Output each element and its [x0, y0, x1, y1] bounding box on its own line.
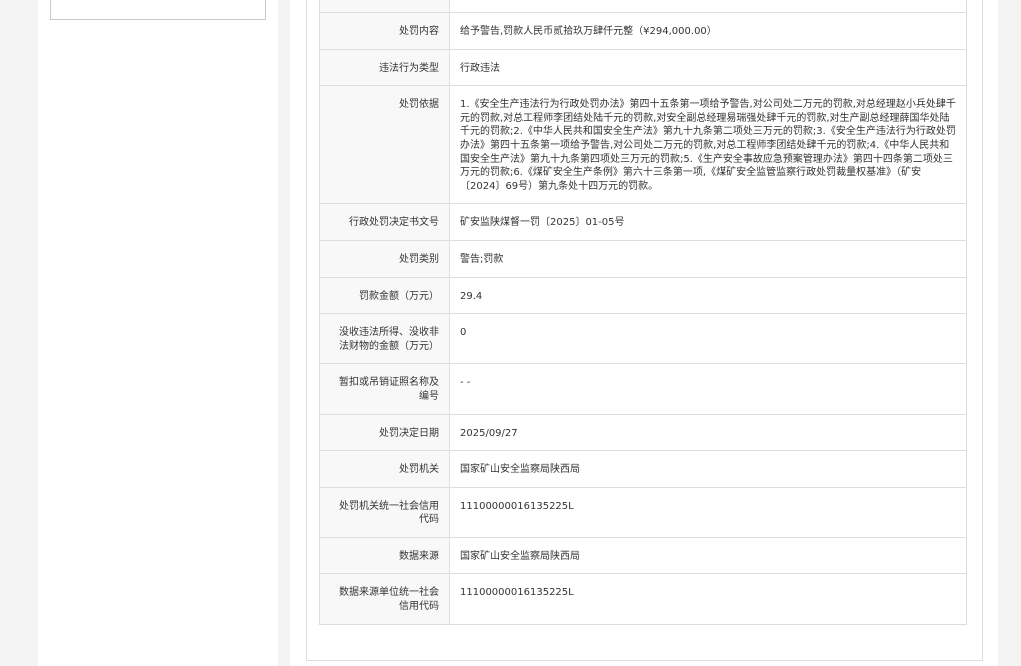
- detail-panel: 处罚内容 给予警告,罚款人民币贰拾玖万肆仟元整（¥294,000.00） 违法行为类…: [306, 0, 983, 661]
- field-label: 暂扣或吊销证照名称及编号: [319, 363, 450, 415]
- field-label: 违法行为类型: [319, 48, 450, 87]
- table-row: 罚款金额（万元） 29.4: [319, 276, 967, 315]
- left-sidebar: [38, 0, 278, 666]
- field-value: 2025/09/27: [449, 413, 967, 452]
- table-row: 暂扣或吊销证照名称及编号 - -: [319, 363, 967, 415]
- table-row: 没收违法所得、没收非法财物的金额（万元） 0: [319, 313, 967, 365]
- table-row: 处罚依据 1.《安全生产违法行为行政处罚办法》第四十五条第一项给予警告,对公司处二…: [319, 85, 967, 205]
- table-row: 处罚机关 国家矿山安全监察局陕西局: [319, 450, 967, 488]
- field-label: 处罚依据: [319, 85, 450, 205]
- field-label: 数据来源: [319, 536, 450, 575]
- table-row: 数据来源单位统一社会信用代码 11100000016135225L: [319, 573, 967, 625]
- penalty-detail-table: 处罚内容 给予警告,罚款人民币贰拾玖万肆仟元整（¥294,000.00） 违法行为类…: [319, 0, 967, 625]
- field-value: 11100000016135225L: [449, 486, 967, 538]
- field-value: 国家矿山安全监察局陕西局: [449, 450, 967, 488]
- field-label: 数据来源单位统一社会信用代码: [319, 573, 450, 625]
- field-label: 处罚类别: [319, 239, 450, 278]
- main-content: 处罚内容 给予警告,罚款人民币贰拾玖万肆仟元整（¥294,000.00） 违法行为类…: [290, 0, 998, 666]
- field-value: 矿安监陕煤督一罚〔2025〕01-05号: [449, 203, 967, 241]
- field-value: 行政违法: [449, 48, 967, 87]
- field-value: 11100000016135225L: [449, 573, 967, 625]
- field-label: 处罚机关: [319, 450, 450, 488]
- field-label: 处罚决定日期: [319, 413, 450, 452]
- field-label: [319, 0, 450, 13]
- field-label: 罚款金额（万元）: [319, 276, 450, 315]
- field-value: 国家矿山安全监察局陕西局: [449, 536, 967, 575]
- table-row: [319, 0, 967, 13]
- table-row: 处罚类别 警告;罚款: [319, 239, 967, 278]
- field-value: [449, 0, 967, 13]
- field-value: 警告;罚款: [449, 239, 967, 278]
- table-row: 处罚机关统一社会信用代码 11100000016135225L: [319, 486, 967, 538]
- field-value: 0: [449, 313, 967, 365]
- table-row: 数据来源 国家矿山安全监察局陕西局: [319, 536, 967, 575]
- table-row: 处罚内容 给予警告,罚款人民币贰拾玖万肆仟元整（¥294,000.00）: [319, 12, 967, 50]
- sidebar-box[interactable]: [50, 0, 266, 20]
- field-label: 没收违法所得、没收非法财物的金额（万元）: [319, 313, 450, 365]
- field-label: 处罚内容: [319, 12, 450, 50]
- table-row: 行政处罚决定书文号 矿安监陕煤督一罚〔2025〕01-05号: [319, 203, 967, 241]
- field-value: 给予警告,罚款人民币贰拾玖万肆仟元整（¥294,000.00）: [449, 12, 967, 50]
- field-label: 处罚机关统一社会信用代码: [319, 486, 450, 538]
- field-label: 行政处罚决定书文号: [319, 203, 450, 241]
- table-row: 违法行为类型 行政违法: [319, 48, 967, 87]
- field-value: - -: [449, 363, 967, 415]
- field-value: 29.4: [449, 276, 967, 315]
- table-row: 处罚决定日期 2025/09/27: [319, 413, 967, 452]
- field-value: 1.《安全生产违法行为行政处罚办法》第四十五条第一项给予警告,对公司处二万元的罚…: [449, 85, 967, 205]
